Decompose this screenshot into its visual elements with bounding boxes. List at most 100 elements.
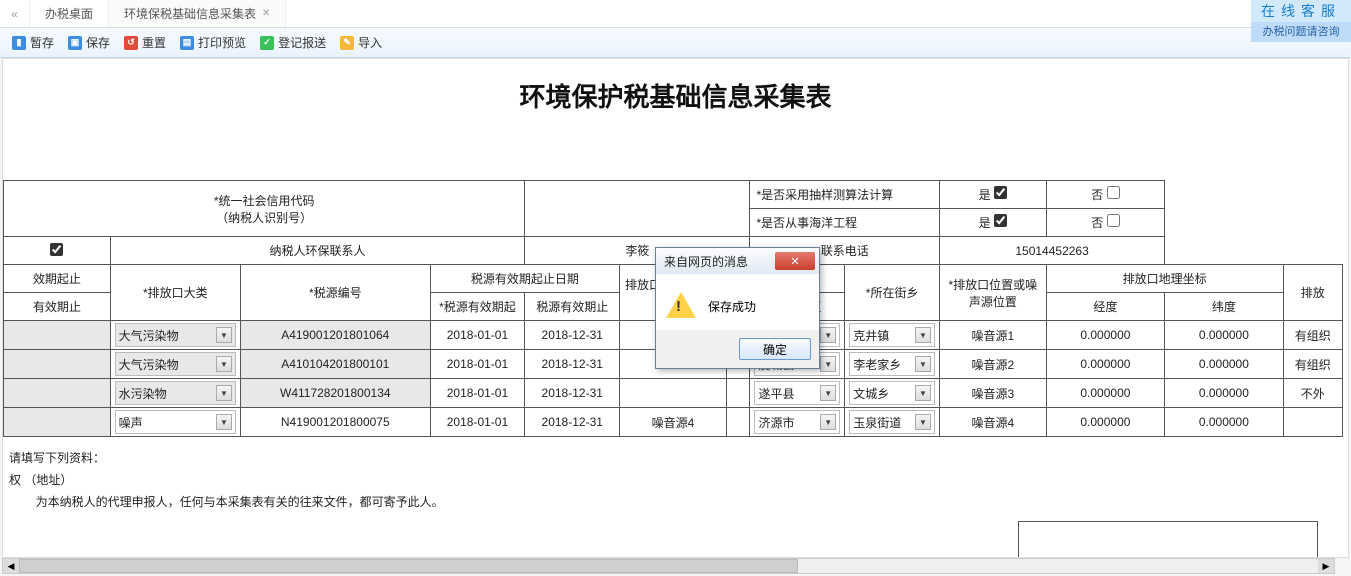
cell-lat[interactable]: 0.000000 [1165, 350, 1283, 379]
online-service-title: 在线客服 [1251, 0, 1351, 22]
sampling-yes-checkbox[interactable] [994, 186, 1007, 199]
ocean-no-checkbox[interactable] [1107, 214, 1120, 227]
cell-county[interactable]: 济源市▼ [750, 408, 845, 437]
cell-to[interactable]: 2018-12-31 [525, 379, 620, 408]
cell-from[interactable]: 2018-01-01 [430, 408, 525, 437]
chevron-down-icon[interactable]: ▼ [915, 327, 931, 343]
col-tax-range: 税源有效期起止日期 [430, 265, 620, 293]
chevron-down-icon[interactable]: ▼ [216, 414, 232, 430]
pause-icon: ▮ [12, 36, 26, 50]
cell-pos[interactable]: 噪音源4 [940, 408, 1047, 437]
chevron-down-icon[interactable]: ▼ [820, 356, 836, 372]
tab-env-form[interactable]: 环境保税基础信息采集表 ✕ [109, 0, 286, 27]
cell-street[interactable]: 文城乡▼ [845, 379, 940, 408]
chevron-down-icon[interactable]: ▼ [915, 385, 931, 401]
import-button[interactable]: ✎导入 [340, 34, 382, 51]
cell-star [726, 408, 750, 437]
tab-prev-button[interactable]: « [0, 0, 30, 27]
row-checkbox[interactable] [50, 243, 63, 256]
cell-pos[interactable]: 噪音源1 [940, 321, 1047, 350]
declarant-box: *申报人声明 [1018, 521, 1318, 558]
close-icon[interactable]: ✕ [262, 8, 270, 19]
cell-cat[interactable]: 噪声▼ [110, 408, 240, 437]
label-yes: 是 [940, 181, 1047, 209]
cell-street[interactable]: 玉泉街道▼ [845, 408, 940, 437]
cell-star [726, 379, 750, 408]
chevron-down-icon[interactable]: ▼ [216, 356, 232, 372]
dialog-footer: 确定 [656, 330, 819, 368]
cell-cat[interactable]: 大气污染物▼ [110, 321, 240, 350]
col-outlet-cat: *排放口大类 [110, 265, 240, 321]
col-street: *所在街乡 [845, 265, 940, 321]
warning-icon: ! [666, 292, 696, 320]
import-icon: ✎ [340, 36, 354, 50]
chevron-down-icon[interactable]: ▼ [915, 414, 931, 430]
online-service-panel[interactable]: 在线客服 办税问题请咨询 [1251, 0, 1351, 42]
horizontal-scrollbar[interactable]: ◀ ▶ [2, 558, 1335, 574]
tab-label: 环境保税基础信息采集表 [124, 5, 256, 22]
scroll-track[interactable] [19, 559, 1318, 573]
chevron-down-icon[interactable]: ▼ [820, 385, 836, 401]
credit-code-value[interactable] [525, 181, 750, 237]
cell-to[interactable]: 2018-12-31 [525, 408, 620, 437]
check-icon: ✓ [260, 36, 274, 50]
reset-button[interactable]: ↺重置 [124, 34, 166, 51]
cell-right: 不外 [1283, 379, 1342, 408]
message-dialog: 来自网页的消息 ✕ ! 保存成功 确定 [655, 247, 820, 369]
chevron-down-icon[interactable]: ▼ [216, 327, 232, 343]
cell-street[interactable]: 克井镇▼ [845, 321, 940, 350]
chevron-down-icon[interactable]: ▼ [216, 385, 232, 401]
cell-src: A410104201800101 [240, 350, 430, 379]
phone-value[interactable]: 15014452263 [940, 237, 1165, 265]
save-button[interactable]: ▣保存 [68, 34, 110, 51]
ok-label: 确定 [763, 341, 787, 358]
reset-icon: ↺ [124, 36, 138, 50]
toolbar-label: 保存 [86, 34, 110, 51]
pause-button[interactable]: ▮暂存 [12, 34, 54, 51]
cell-lat[interactable]: 0.000000 [1165, 379, 1283, 408]
scroll-left-button[interactable]: ◀ [3, 559, 19, 573]
cell-to[interactable]: 2018-12-31 [525, 350, 620, 379]
dialog-titlebar[interactable]: 来自网页的消息 ✕ [656, 248, 819, 274]
chevron-down-icon[interactable]: ▼ [820, 414, 836, 430]
cell-lon[interactable]: 0.000000 [1046, 350, 1164, 379]
cell-src: A419001201801064 [240, 321, 430, 350]
label-ocean: *是否从事海洋工程 [750, 209, 940, 237]
cell-pos[interactable]: 噪音源2 [940, 350, 1047, 379]
chevron-down-icon[interactable]: ▼ [915, 356, 931, 372]
cell-lon[interactable]: 0.000000 [1046, 321, 1164, 350]
dialog-ok-button[interactable]: 确定 [739, 338, 811, 360]
cell-pos[interactable]: 噪音源3 [940, 379, 1047, 408]
dialog-close-button[interactable]: ✕ [775, 252, 815, 270]
sampling-no-checkbox[interactable] [1107, 186, 1120, 199]
cell-valid [4, 321, 111, 350]
cell-lat[interactable]: 0.000000 [1165, 321, 1283, 350]
cell-street[interactable]: 李老家乡▼ [845, 350, 940, 379]
col-valid-from: 效期起止 [4, 265, 111, 293]
scroll-right-button[interactable]: ▶ [1318, 559, 1334, 573]
ocean-yes-checkbox[interactable] [994, 214, 1007, 227]
cell-county[interactable]: 遂平县▼ [750, 379, 845, 408]
tab-label: 办税桌面 [45, 5, 93, 22]
cell-lon[interactable]: 0.000000 [1046, 379, 1164, 408]
scroll-thumb[interactable] [19, 559, 798, 573]
cell-cat[interactable]: 水污染物▼ [110, 379, 240, 408]
cell-from[interactable]: 2018-01-01 [430, 321, 525, 350]
cell-noise[interactable]: 噪音源4 [620, 408, 727, 437]
tab-desktop[interactable]: 办税桌面 [30, 0, 109, 27]
cell-from[interactable]: 2018-01-01 [430, 350, 525, 379]
cell-from[interactable]: 2018-01-01 [430, 379, 525, 408]
toolbar: ▮暂存 ▣保存 ↺重置 ▤打印预览 ✓登记报送 ✎导入 [0, 28, 1351, 58]
col-tax-src: *税源编号 [240, 265, 430, 321]
footer-notes: 请填写下列资料： 权 （地址） 为本纳税人的代理申报人，任何与本采集表有关的往来… [3, 437, 1348, 523]
cell-noise[interactable] [620, 379, 727, 408]
print-button[interactable]: ▤打印预览 [180, 34, 246, 51]
label-credit-code: *统一社会信用代码 （纳税人识别号） [4, 181, 525, 237]
chevron-down-icon[interactable]: ▼ [820, 327, 836, 343]
register-button[interactable]: ✓登记报送 [260, 34, 326, 51]
cell-lat[interactable]: 0.000000 [1165, 408, 1283, 437]
label-no: 否 [1046, 181, 1164, 209]
cell-to[interactable]: 2018-12-31 [525, 321, 620, 350]
cell-lon[interactable]: 0.000000 [1046, 408, 1164, 437]
cell-cat[interactable]: 大气污染物▼ [110, 350, 240, 379]
